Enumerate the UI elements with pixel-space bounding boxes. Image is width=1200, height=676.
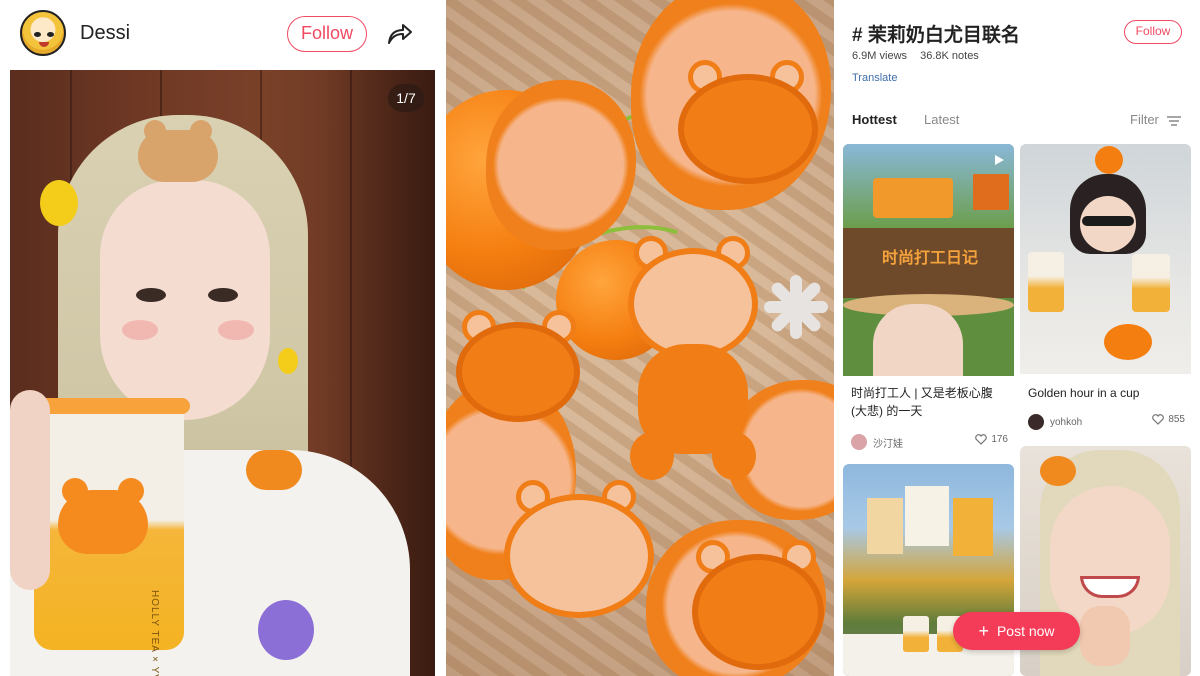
- card-author[interactable]: yohkoh: [1028, 414, 1082, 430]
- filter-icon: [1166, 115, 1181, 126]
- tab-hottest[interactable]: Hottest: [852, 112, 897, 127]
- card-image-text: 时尚打工日记: [881, 250, 978, 267]
- earring: [278, 348, 298, 374]
- translate-link[interactable]: Translate: [852, 72, 897, 84]
- username[interactable]: Dessi: [80, 22, 130, 45]
- author-avatar: [1028, 414, 1044, 430]
- share-icon[interactable]: [384, 18, 414, 48]
- topic-stats: 6.9M views 36.8K notes: [852, 50, 989, 62]
- hair-clip: [40, 180, 78, 226]
- follow-button[interactable]: Follow: [287, 16, 367, 52]
- face: [100, 180, 270, 420]
- card-title: Golden hour in a cup: [1028, 386, 1140, 400]
- notes-count: 36.8K notes: [920, 50, 979, 62]
- post-photo[interactable]: HOLLY TEA × YVMIN 1/7: [10, 70, 435, 676]
- note-card[interactable]: 时尚打工日记 时尚打工人 | 又是老板心腹 (大悲) 的一天 沙汀娃 176: [843, 144, 1014, 458]
- author-name: yohkoh: [1050, 416, 1083, 428]
- author-avatar: [851, 434, 867, 450]
- avatar[interactable]: [20, 10, 66, 56]
- cup-lid: [28, 398, 190, 414]
- like-count: 176: [991, 434, 1008, 445]
- filter-label: Filter: [1130, 112, 1159, 127]
- play-icon: [995, 155, 1004, 165]
- note-card[interactable]: Golden hour in a cup yohkoh 855: [1020, 144, 1191, 434]
- views-count: 6.9M views: [852, 50, 908, 62]
- bear-hair-clip: [138, 120, 218, 182]
- card-image: [1020, 144, 1191, 374]
- post-header: Dessi Follow: [0, 0, 445, 68]
- like-count: 855: [1168, 414, 1185, 425]
- card-author[interactable]: 沙汀娃: [851, 434, 903, 450]
- plus-icon: +: [978, 621, 989, 641]
- cup-bear-logo: [58, 478, 148, 554]
- author-name: 沙汀娃: [873, 438, 903, 450]
- filter-button[interactable]: Filter: [1130, 112, 1181, 127]
- scrunchie: [258, 600, 314, 660]
- image-counter: 1/7: [388, 84, 424, 112]
- orange-peel-photo[interactable]: [446, 0, 834, 676]
- post-now-button[interactable]: + Post now: [953, 612, 1080, 650]
- like-button[interactable]: 176: [975, 434, 1008, 445]
- orange-bear-clip: [246, 450, 302, 490]
- topic-title: # 茉莉奶白尤目联名: [852, 25, 1020, 46]
- topic-follow-button[interactable]: Follow: [1124, 20, 1182, 44]
- rhinestone-flower: [764, 275, 828, 339]
- hand: [10, 390, 50, 590]
- post-detail-panel: Dessi Follow HOLLY TEA × YVMIN 1/7: [0, 0, 445, 676]
- topic-page: # 茉莉奶白尤目联名 Follow 6.9M views 36.8K notes…: [834, 0, 1200, 676]
- like-button[interactable]: 855: [1152, 414, 1185, 425]
- tab-latest[interactable]: Latest: [924, 112, 959, 127]
- cup-brand-text: HOLLY TEA × YVMIN: [149, 590, 160, 676]
- card-image: 时尚打工日记: [843, 144, 1014, 376]
- heart-icon: [1152, 414, 1165, 425]
- card-title: 时尚打工人 | 又是老板心腹 (大悲) 的一天: [851, 386, 993, 418]
- post-now-label: Post now: [996, 623, 1055, 639]
- heart-icon: [975, 434, 988, 445]
